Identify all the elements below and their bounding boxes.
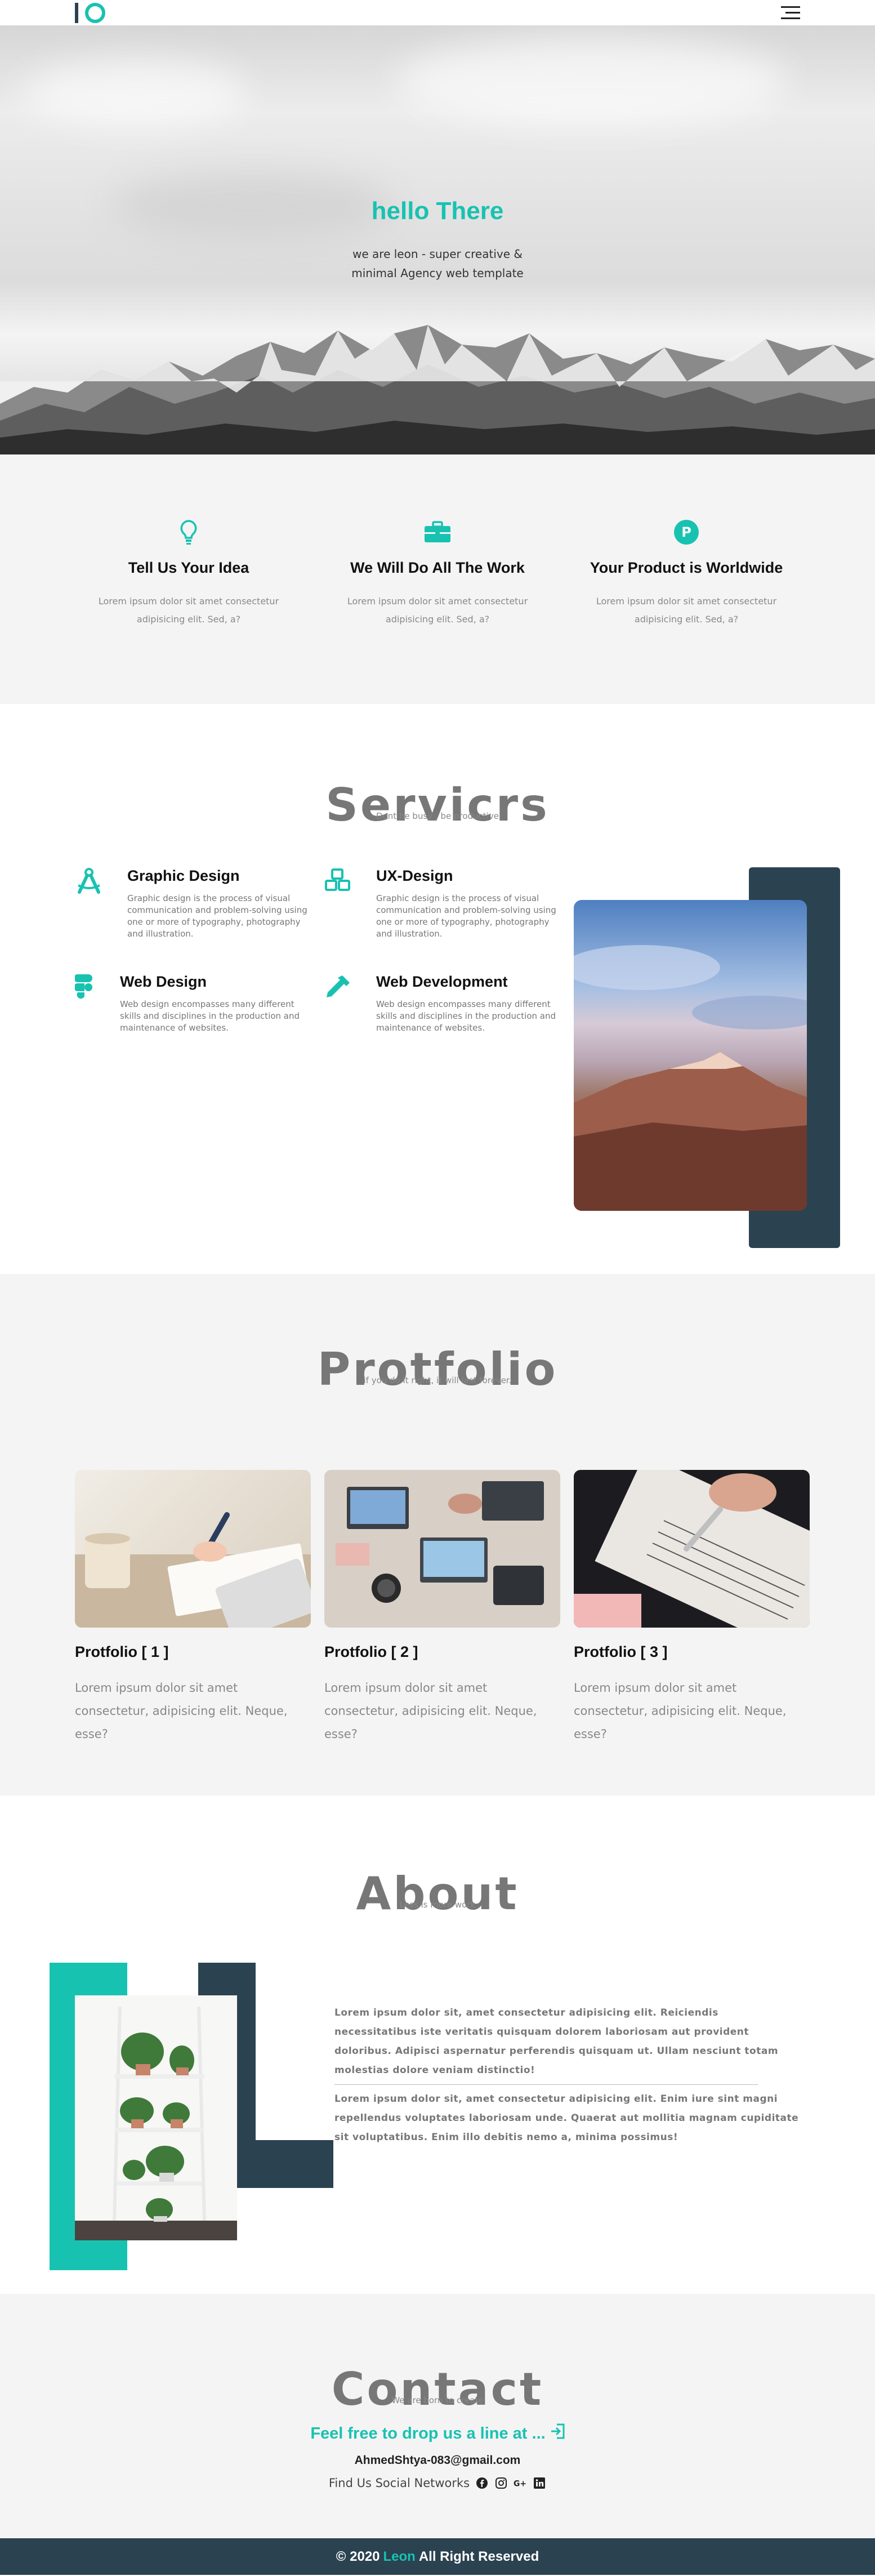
portfolio-heading: Protfolio if you do it right, it will la…: [0, 1342, 875, 1403]
service-text: Web design encompasses many different sk…: [120, 999, 300, 1033]
logo-ring: [85, 2, 105, 23]
cubes-icon: [324, 867, 352, 898]
about-paragraph: Lorem ipsum dolor sit, amet consectetur …: [334, 2007, 779, 2076]
figma-icon: [74, 973, 94, 1004]
footer: © 2020 Leon All Right Reserved: [0, 2538, 875, 2575]
portfolio-text: Lorem ipsum dolor sit amet consectetur, …: [574, 1681, 787, 1741]
section-title: Contact: [331, 2363, 544, 2415]
sign-in-icon[interactable]: [550, 2423, 565, 2444]
section-subtitle: if you do it right, it will last forever…: [363, 1375, 512, 1385]
portfolio-title[interactable]: Protfolio [ 2 ]: [324, 1643, 560, 1661]
hero-section: hello There we are leon - super creative…: [0, 25, 875, 454]
section-title: About: [356, 1868, 519, 1920]
service-text: Graphic design is the process of visual …: [376, 893, 556, 939]
service-item: UX-Design Graphic design is the process …: [324, 867, 556, 940]
section-subtitle: Dont be busy , be productive: [376, 811, 499, 821]
svg-text:P: P: [681, 524, 691, 540]
mountain-photo: [574, 900, 807, 1211]
instagram-icon[interactable]: [494, 2476, 508, 2490]
feature-title: We Will Do All The Work: [350, 559, 525, 576]
mountain-range-image: [0, 325, 875, 454]
linkedin-icon[interactable]: [533, 2476, 546, 2490]
footer-brand[interactable]: Leon: [383, 2549, 416, 2565]
logo-bar: [75, 2, 78, 23]
portfolio-text: Lorem ipsum dolor sit amet consectetur, …: [75, 1681, 288, 1741]
google-plus-icon[interactable]: G+: [514, 2476, 527, 2490]
top-nav: [0, 0, 875, 25]
service-item: Web Development Web design encompasses m…: [324, 973, 556, 1034]
plant-shelf-photo: [75, 1995, 237, 2240]
svg-text:G+: G+: [514, 2480, 526, 2489]
footer-rights: All Right Reserved: [418, 2548, 539, 2564]
hero-title: hello There: [371, 197, 504, 225]
decor-block-navy: [238, 2140, 333, 2188]
portfolio-card[interactable]: Protfolio [ 1 ] Lorem ipsum dolor sit am…: [75, 1470, 311, 1746]
portfolio-image[interactable]: [324, 1470, 560, 1628]
service-title: UX-Design: [376, 867, 453, 884]
portfolio-card[interactable]: Protfolio [ 3 ] Lorem ipsum dolor sit am…: [574, 1470, 810, 1746]
portfolio-image[interactable]: [574, 1470, 810, 1628]
service-title: Web Design: [120, 973, 207, 990]
feature-text: Lorem ipsum dolor sit amet consectetur a…: [347, 596, 528, 625]
section-subtitle: We are born to create: [391, 2395, 484, 2405]
contact-line-text: Feel free to drop us a line at ...: [310, 2424, 546, 2443]
feature-text: Lorem ipsum dolor sit amet consectetur a…: [98, 596, 279, 625]
social-networks: Find Us Social Networks G+: [0, 2476, 875, 2490]
about-section: About Less is more work Lorem ipsum dolo…: [0, 1795, 875, 2294]
section-title: Servicrs: [325, 779, 550, 831]
site-logo[interactable]: [75, 2, 105, 23]
contact-email[interactable]: AhmedShtya-083@gmail.com: [0, 2454, 875, 2467]
feature-card: Tell Us Your Idea Lorem ipsum dolor sit …: [64, 518, 313, 704]
feature-card: We Will Do All The Work Lorem ipsum dolo…: [313, 518, 562, 704]
portfolio-title[interactable]: Protfolio [ 3 ]: [574, 1643, 810, 1661]
briefcase-icon: [313, 518, 562, 547]
lightbulb-icon: [64, 518, 313, 547]
service-text: Web design encompasses many different sk…: [376, 999, 556, 1033]
contact-section: Contact We are born to create Feel free …: [0, 2294, 875, 2538]
copyright-year: © 2020: [336, 2548, 380, 2564]
feature-title: Tell Us Your Idea: [128, 559, 249, 576]
about-text: Lorem ipsum dolor sit, amet consectetur …: [334, 2003, 803, 2147]
features-section: Tell Us Your Idea Lorem ipsum dolor sit …: [0, 454, 875, 704]
product-p-icon: P: [562, 518, 811, 547]
service-text: Graphic design is the process of visual …: [127, 893, 307, 939]
facebook-icon[interactable]: [475, 2476, 489, 2490]
service-item: Graphic Design Graphic design is the pro…: [75, 867, 307, 940]
feature-text: Lorem ipsum dolor sit amet consectetur a…: [596, 596, 777, 625]
about-paragraph: Lorem ipsum dolor sit, amet consectetur …: [334, 2093, 799, 2143]
portfolio-title[interactable]: Protfolio [ 1 ]: [75, 1643, 311, 1661]
contact-heading: Contact We are born to create: [0, 2361, 875, 2423]
section-title: Protfolio: [317, 1343, 558, 1396]
feature-card: P Your Product is Worldwide Lorem ipsum …: [562, 518, 811, 704]
social-label: Find Us Social Networks: [328, 2476, 470, 2490]
divider: [334, 2084, 758, 2085]
section-subtitle: Less is more work: [399, 1900, 476, 1910]
service-title: Graphic Design: [127, 867, 240, 884]
hamburger-menu-icon[interactable]: [781, 6, 800, 19]
services-heading: Servicrs Dont be busy , be productive: [0, 777, 875, 839]
feature-title: Your Product is Worldwide: [590, 559, 783, 576]
portfolio-card[interactable]: Protfolio [ 2 ] Lorem ipsum dolor sit am…: [324, 1470, 560, 1746]
service-item: Web Design Web design encompasses many d…: [74, 973, 300, 1034]
eyedropper-icon: [324, 973, 352, 1004]
about-heading: About Less is more work: [0, 1866, 875, 1928]
portfolio-text: Lorem ipsum dolor sit amet consectetur, …: [324, 1681, 537, 1741]
hero-subtitle: we are leon - super creative & minimal A…: [351, 247, 524, 280]
contact-line: Feel free to drop us a line at ...: [0, 2423, 875, 2444]
portfolio-image[interactable]: [75, 1470, 311, 1628]
compass-icon: [75, 867, 103, 898]
services-section: Servicrs Dont be busy , be productive Gr…: [0, 704, 875, 1274]
portfolio-section: Protfolio if you do it right, it will la…: [0, 1274, 875, 1795]
service-title: Web Development: [376, 973, 508, 990]
